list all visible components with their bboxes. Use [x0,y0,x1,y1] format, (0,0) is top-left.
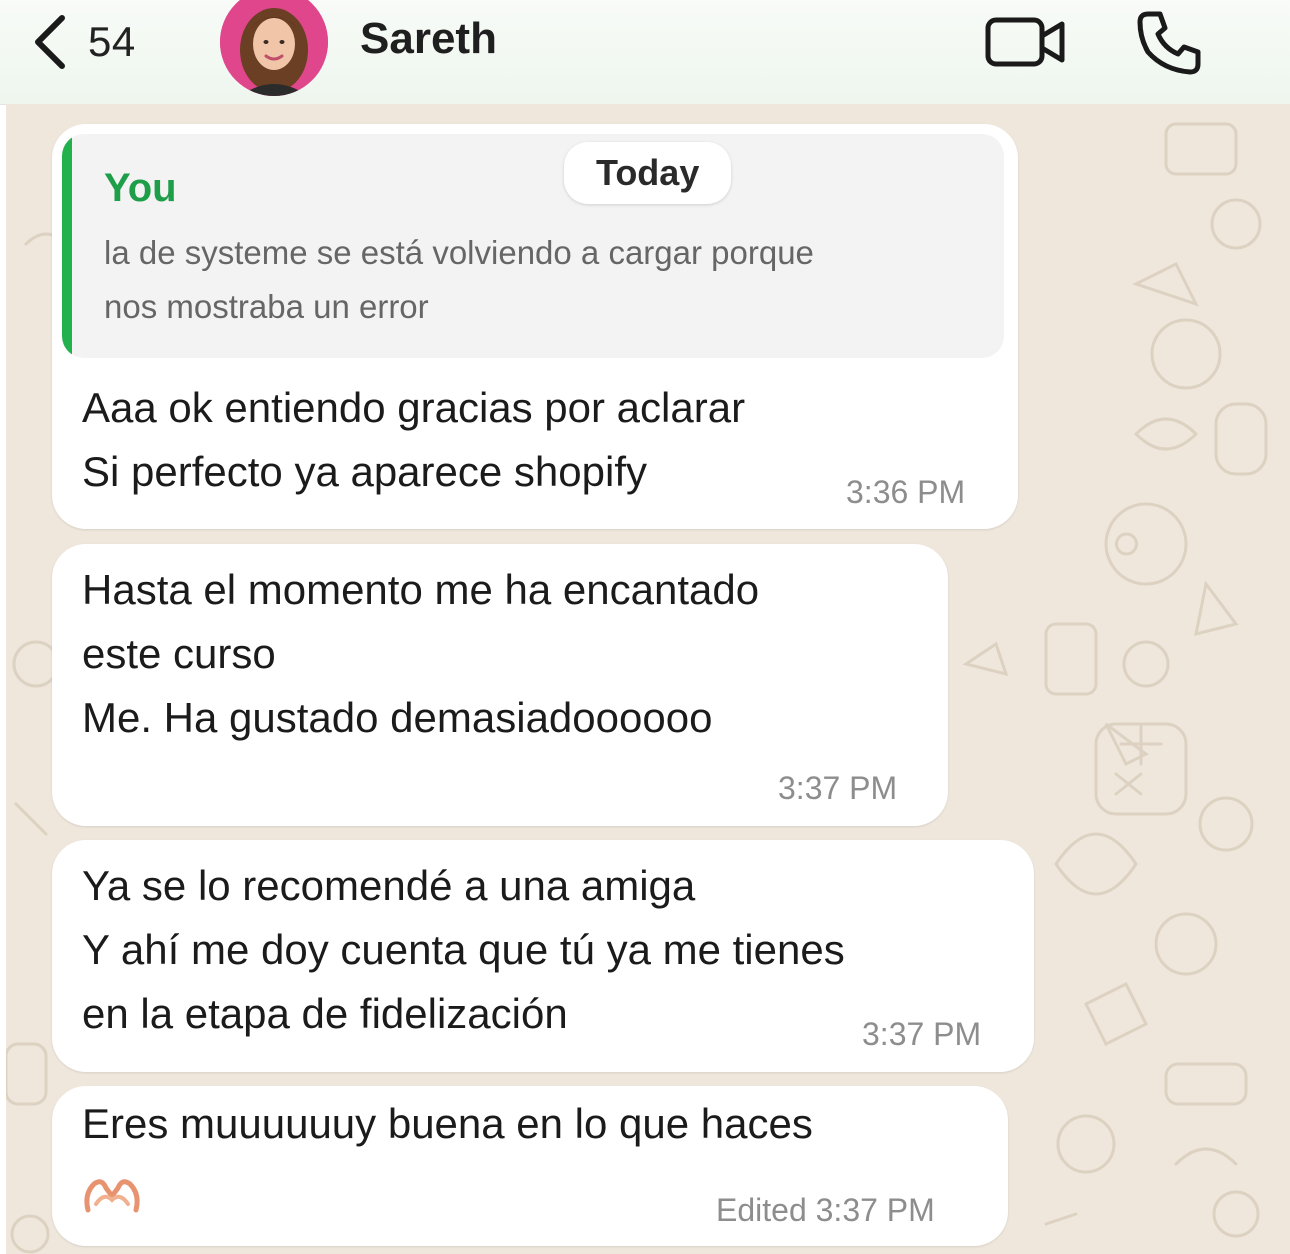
message-time: 3:37 PM [778,770,898,806]
message-time: Edited 3:37 PM [716,1192,935,1228]
contact-name[interactable]: Sareth [360,14,497,64]
avatar[interactable] [220,0,328,96]
voice-call-button[interactable] [1134,6,1206,78]
message-time: 3:36 PM [846,474,966,510]
message-text: Aaa ok entiendo gracias por aclarar Si p… [82,384,746,495]
message-bubble[interactable]: Eres muuuuuuy buena en lo que haces Edit… [52,1086,1008,1246]
quote-accent-bar [62,134,72,358]
quote-text: la de systeme se está volviendo a cargar… [104,234,814,325]
heart-hands-icon [84,1179,140,1213]
video-camera-icon [985,17,1065,67]
chat-header: 54 Sareth [0,0,1290,105]
chat-area[interactable]: You la de systeme se está volviendo a ca… [6,104,1290,1254]
video-call-button[interactable] [984,14,1068,70]
back-button[interactable]: 54 [30,10,136,74]
message-bubble[interactable]: You la de systeme se está volviendo a ca… [52,124,1018,529]
unread-count: 54 [88,18,136,65]
message-text: Eres muuuuuuy buena en lo que haces [82,1100,813,1147]
message-bubble[interactable]: Ya se lo recomendé a una amiga Y ahí me … [52,840,1034,1072]
date-divider: Today [564,142,732,204]
message-bubble[interactable]: Hasta el momento me ha encantado este cu… [52,544,948,826]
phone-icon [1137,11,1201,75]
avatar-image [220,0,328,96]
chevron-left-icon [35,15,65,69]
message-time: 3:37 PM [862,1016,982,1052]
message-text: Hasta el momento me ha encantado este cu… [82,566,760,741]
quoted-message[interactable]: You la de systeme se está volviendo a ca… [62,134,1004,358]
quote-author: You [104,166,177,210]
